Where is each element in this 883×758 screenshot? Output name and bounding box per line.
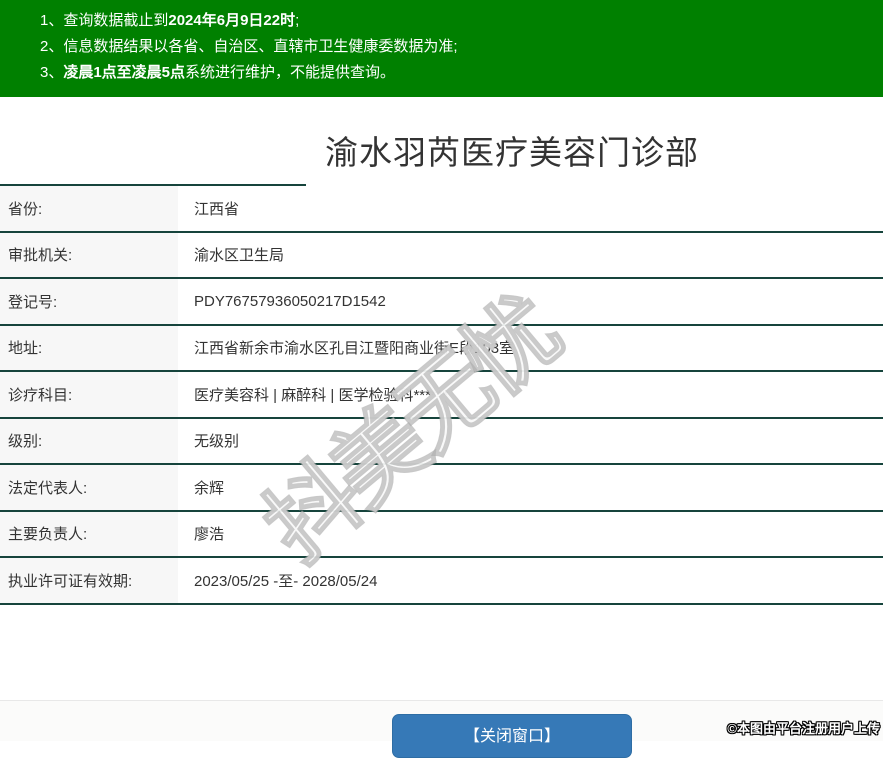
notice-line-1-num: 1、 xyxy=(40,12,63,29)
row-value: 江西省 xyxy=(178,186,883,231)
table-row-license-validity: 执业许可证有效期: 2023/05/25 -至- 2028/05/24 xyxy=(0,558,883,605)
notice-line-3-num: 3、 xyxy=(40,64,63,81)
close-window-button[interactable]: 【关闭窗口】 xyxy=(392,714,632,758)
row-value: 医疗美容科 | 麻醉科 | 医学检验科****** xyxy=(178,372,883,417)
row-label: 地址: xyxy=(0,326,178,371)
table-row-address: 地址: 江西省新余市渝水区孔目江暨阳商业街E段103室 xyxy=(0,326,883,373)
notice-line-1: 1、查询数据截止到2024年6月9日22时; xyxy=(40,8,873,34)
table-row-level: 级别: 无级别 xyxy=(0,419,883,466)
row-label: 省份: xyxy=(0,186,178,231)
notice-bar: 1、查询数据截止到2024年6月9日22时; 2、信息数据结果以各省、自治区、直… xyxy=(0,0,883,97)
row-label: 法定代表人: xyxy=(0,465,178,510)
notice-line-3-post: 系统进行维护，不能提供查询。 xyxy=(185,64,395,81)
row-label: 审批机关: xyxy=(0,233,178,278)
page-title: 渝水羽芮医疗美容门诊部 xyxy=(325,134,699,171)
table-row-legal-representative: 法定代表人: 余辉 xyxy=(0,465,883,512)
row-value: PDY76757936050217D1542 xyxy=(178,279,883,324)
notice-line-3: 3、凌晨1点至凌晨5点系统进行维护，不能提供查询。 xyxy=(40,60,873,86)
row-value: 2023/05/25 -至- 2028/05/24 xyxy=(178,558,883,603)
table-row-province: 省份: 江西省 xyxy=(0,186,883,233)
row-value: 廖浩 xyxy=(178,512,883,557)
table-row-main-person-in-charge: 主要负责人: 廖浩 xyxy=(0,512,883,559)
info-table: 省份: 江西省 审批机关: 渝水区卫生局 登记号: PDY76757936050… xyxy=(0,186,883,605)
notice-line-1-text: 查询数据截止到 xyxy=(63,12,168,29)
notice-line-1-post: ; xyxy=(295,12,299,29)
table-row-approval-authority: 审批机关: 渝水区卫生局 xyxy=(0,233,883,280)
row-value: 江西省新余市渝水区孔目江暨阳商业街E段103室 xyxy=(178,326,883,371)
notice-line-2-text: 信息数据结果以各省、自治区、直辖市卫生健康委数据为准; xyxy=(63,38,457,55)
row-value: 无级别 xyxy=(178,419,883,464)
copyright-watermark: ©本图由平台注册用户上传 xyxy=(727,718,880,737)
row-value: 余辉 xyxy=(178,465,883,510)
title-wrap: 渝水羽芮医疗美容门诊部 xyxy=(0,126,883,174)
row-label: 主要负责人: xyxy=(0,512,178,557)
notice-line-1-bold: 2024年6月9日22时 xyxy=(168,12,295,29)
notice-line-2: 2、信息数据结果以各省、自治区、直辖市卫生健康委数据为准; xyxy=(40,34,873,60)
table-row-registration-number: 登记号: PDY76757936050217D1542 xyxy=(0,279,883,326)
table-row-treatment-subjects: 诊疗科目: 医疗美容科 | 麻醉科 | 医学检验科****** xyxy=(0,372,883,419)
row-label: 登记号: xyxy=(0,279,178,324)
row-label: 执业许可证有效期: xyxy=(0,558,178,603)
notice-line-2-num: 2、 xyxy=(40,38,63,55)
row-label: 诊疗科目: xyxy=(0,372,178,417)
notice-line-3-bold: 凌晨1点至凌晨5点 xyxy=(63,64,185,81)
row-value: 渝水区卫生局 xyxy=(178,233,883,278)
row-label: 级别: xyxy=(0,419,178,464)
